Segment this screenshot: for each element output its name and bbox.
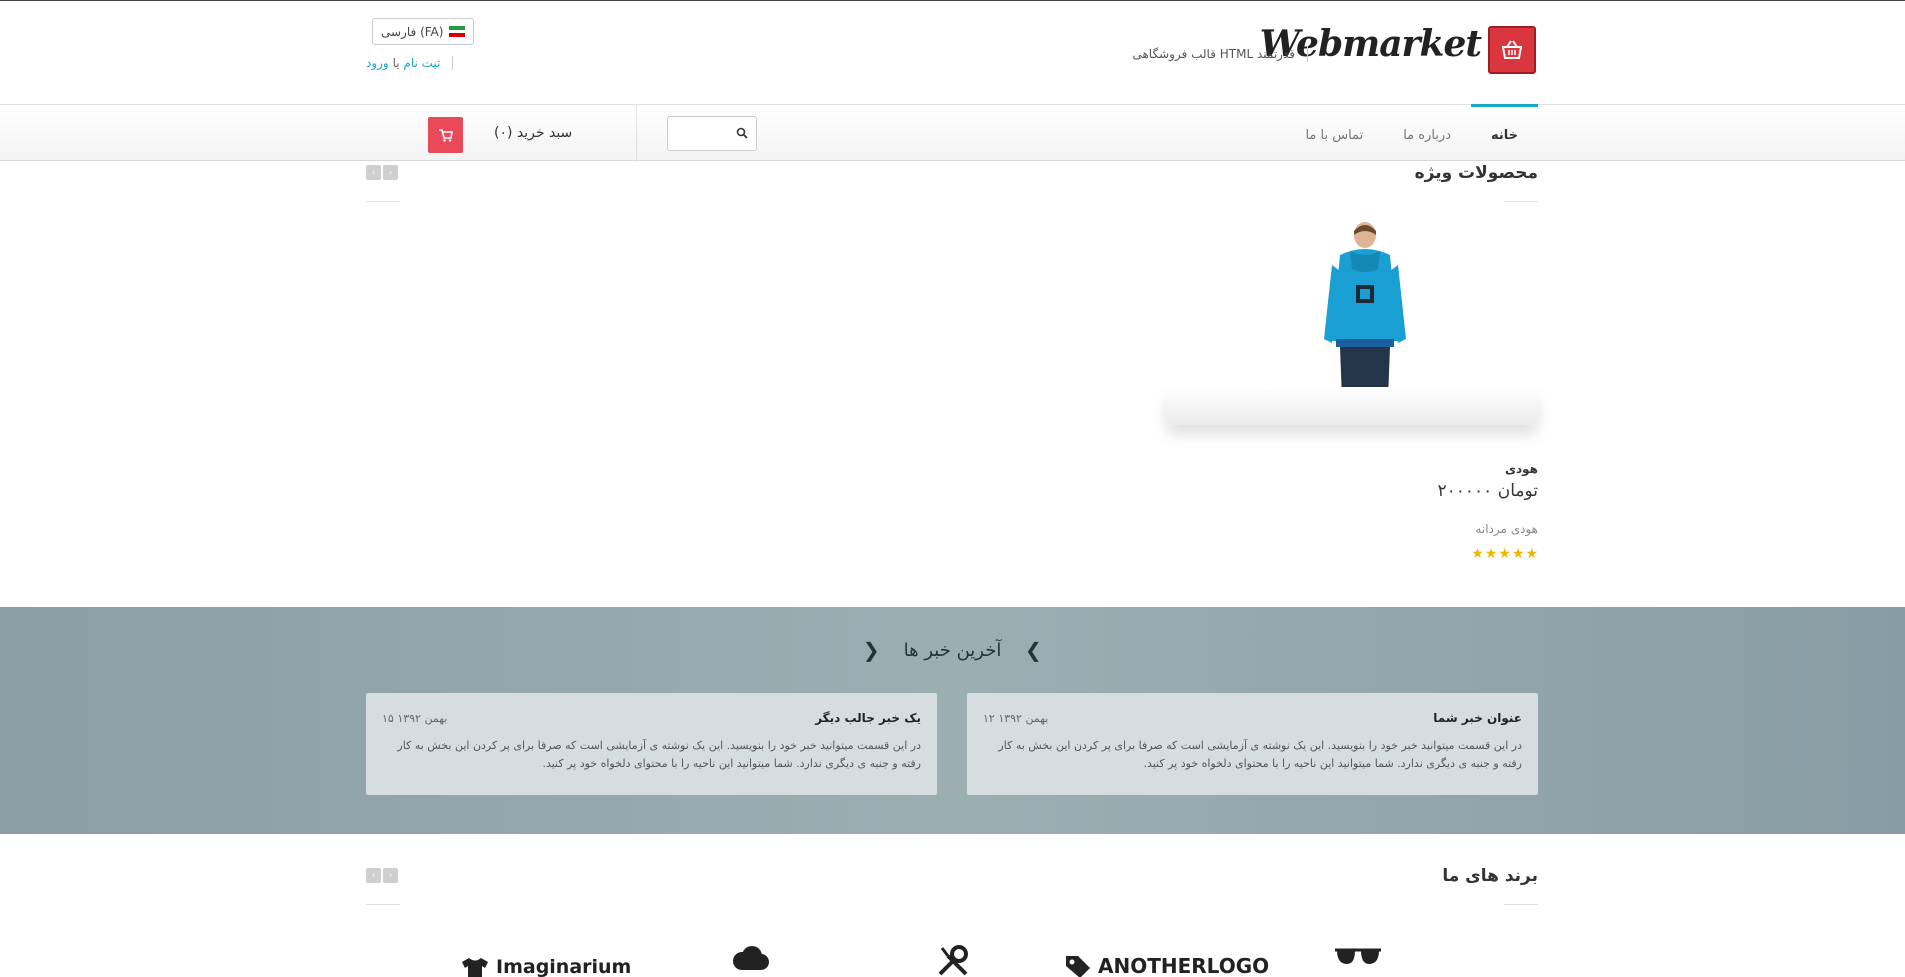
brands-title-line	[1504, 904, 1538, 905]
brand-logo-anotherlogo[interactable]: ANOTHERLOGO	[1064, 954, 1269, 977]
nav-menu: خانه درباره ما تماس با ما	[1285, 104, 1538, 162]
featured-title: محصولات ویژه	[1414, 163, 1538, 183]
news-section: ❯ آخرین خبر ها ❯ عنوان خبر شما ۱۲ بهمن ۱…	[0, 607, 1905, 834]
news-card-date: ۱۵ بهمن ۱۳۹۲	[382, 712, 448, 725]
product-card[interactable]	[1166, 215, 1538, 515]
news-card-title[interactable]: یک خبر جالب دیگر	[815, 711, 921, 725]
chevron-right-icon[interactable]: ›	[383, 868, 398, 883]
news-card-body: در این قسمت میتوانید خبر خود را بنویسید.…	[397, 739, 921, 770]
cloud-icon	[733, 946, 769, 970]
wrench-screwdriver-icon	[938, 945, 968, 976]
news-header: ❯ آخرین خبر ها ❯	[0, 638, 1905, 662]
news-card-title[interactable]: عنوان خبر شما	[1433, 711, 1522, 725]
news-card[interactable]: عنوان خبر شما ۱۲ بهمن ۱۳۹۲ در این قسمت م…	[967, 693, 1538, 795]
star-icon: ★	[1498, 546, 1511, 562]
logo-basket-button[interactable]	[1488, 26, 1536, 74]
brands-title: برند های ما	[1442, 866, 1538, 886]
auth-links: ثبت نام یا ورود	[366, 56, 454, 70]
brand-name: Imaginarium	[496, 956, 632, 977]
product-price: ۲۰۰۰۰۰ تومان	[1437, 481, 1539, 501]
register-link[interactable]: ثبت نام	[403, 56, 440, 70]
or-text: یا	[392, 56, 400, 70]
chevron-left-icon[interactable]: ‹	[366, 868, 381, 883]
header-container: Webmarket قالب فروشگاهی HTML قدرتمند فار…	[366, 1, 1538, 104]
tshirt-icon	[462, 957, 488, 977]
iran-flag-icon	[449, 26, 466, 38]
brands-left-line	[366, 904, 400, 905]
product-description: هودی مردانه	[1475, 522, 1538, 536]
featured-left-line	[366, 201, 400, 202]
navbar-container: خانه درباره ما تماس با ما سبد خرید (۰)	[366, 104, 1538, 162]
news-card[interactable]: یک خبر جالب دیگر ۱۵ بهمن ۱۳۹۲ در این قسم…	[366, 693, 937, 795]
product-name[interactable]: هودی	[1505, 462, 1538, 476]
cart-button[interactable]	[428, 117, 463, 153]
news-card-date: ۱۲ بهمن ۱۳۹۲	[983, 712, 1049, 725]
star-icon: ★	[1525, 546, 1538, 562]
product-rating: ★ ★ ★ ★ ★	[1471, 546, 1538, 562]
brand-logo-tools[interactable]	[936, 944, 970, 977]
tag-icon	[1066, 956, 1090, 977]
star-icon: ★	[1484, 546, 1498, 562]
language-selector[interactable]: فارسی (FA)	[372, 18, 475, 45]
cart-label[interactable]: سبد خرید (۰)	[494, 125, 572, 141]
brands-section: برند های ما ‹ › Imaginarium ANOTHERLOGO	[366, 860, 1538, 977]
brand-logo-cloud[interactable]	[730, 946, 770, 972]
nav-item-about[interactable]: درباره ما	[1383, 104, 1471, 161]
news-card-body: در این قسمت میتوانید خبر خود را بنویسید.…	[998, 739, 1522, 770]
cart-icon	[438, 128, 453, 142]
featured-arrows: ‹ ›	[366, 165, 398, 180]
main-navbar: خانه درباره ما تماس با ما سبد خرید (۰)	[0, 104, 1905, 162]
sunglasses-icon	[1335, 948, 1381, 964]
star-icon: ★	[1471, 546, 1484, 562]
site-header: Webmarket قالب فروشگاهی HTML قدرتمند فار…	[0, 1, 1905, 104]
header-tagline: قالب فروشگاهی HTML قدرتمند	[1132, 46, 1308, 62]
news-title: آخرین خبر ها	[903, 639, 1002, 661]
language-label: فارسی (FA)	[381, 24, 444, 39]
basket-icon	[1501, 40, 1523, 59]
nav-item-contact[interactable]: تماس با ما	[1285, 104, 1383, 161]
brands-arrows: ‹ ›	[366, 868, 398, 883]
chevron-right-icon[interactable]: ›	[383, 165, 398, 180]
login-link[interactable]: ورود	[366, 56, 389, 70]
search-input[interactable]	[667, 116, 757, 151]
chevron-left-icon[interactable]: ❯	[863, 638, 880, 662]
chevron-right-icon[interactable]: ❯	[1025, 638, 1042, 662]
search-icon[interactable]	[736, 127, 748, 139]
product-image[interactable]	[1310, 221, 1420, 399]
brand-logo-imaginarium[interactable]: Imaginarium	[460, 956, 631, 977]
star-icon: ★	[1511, 546, 1525, 562]
nav-item-home[interactable]: خانه	[1470, 104, 1538, 161]
featured-section: محصولات ویژه ‹ › هودی ۲۰۰۰۰۰ تومان هودی …	[366, 161, 1538, 601]
chevron-left-icon[interactable]: ‹	[366, 165, 381, 180]
brand-logo-sunglasses[interactable]	[1333, 946, 1383, 966]
brand-name: ANOTHERLOGO	[1098, 954, 1270, 977]
product-shelf	[1166, 387, 1538, 425]
featured-title-line	[1504, 201, 1538, 202]
nav-divider	[636, 105, 637, 162]
